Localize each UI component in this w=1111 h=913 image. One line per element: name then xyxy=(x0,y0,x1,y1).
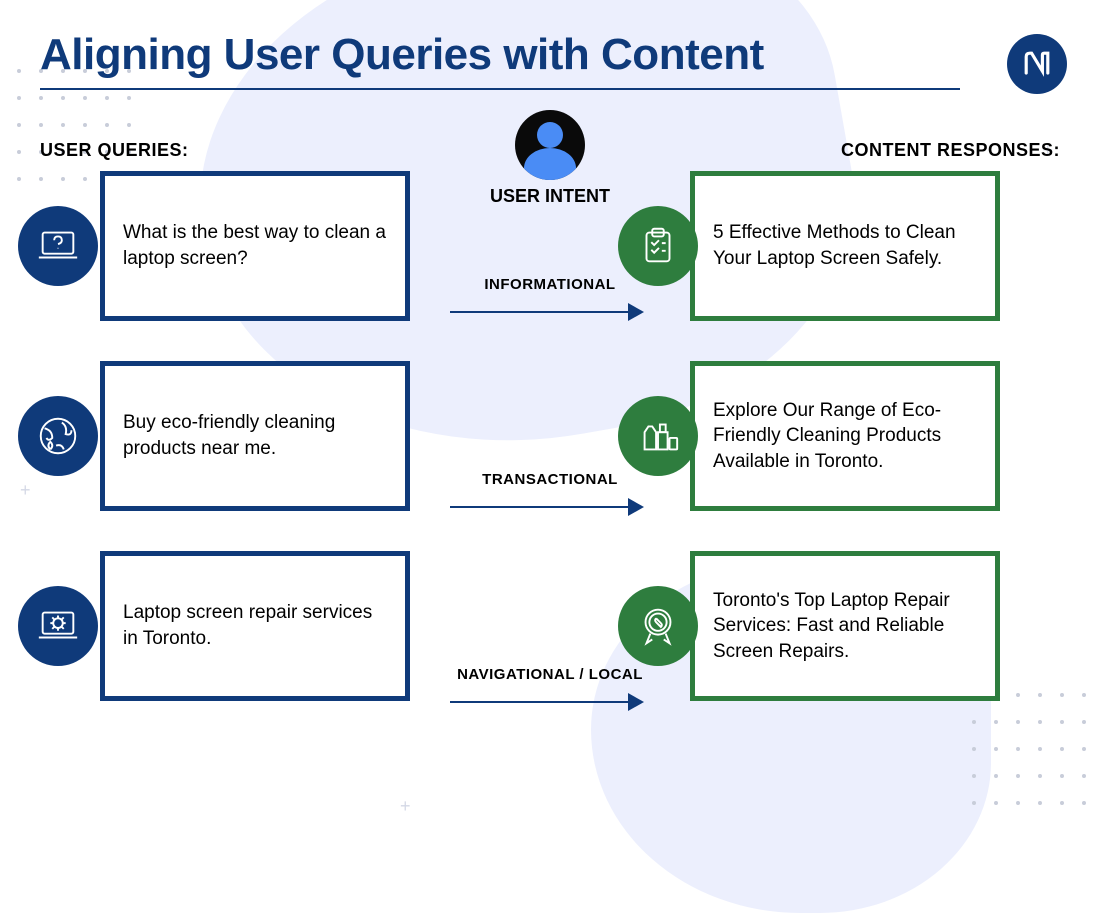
query-card: Buy eco-friendly cleaning products near … xyxy=(100,361,410,511)
query-card: What is the best way to clean a laptop s… xyxy=(100,171,410,321)
responses-heading: CONTENT RESPONSES: xyxy=(660,140,1060,161)
response-text: 5 Effective Methods to Clean Your Laptop… xyxy=(713,220,977,271)
user-intent-heading: USER INTENT xyxy=(440,186,660,207)
query-card: Laptop screen repair services in Toronto… xyxy=(100,551,410,701)
response-text: Toronto's Top Laptop Repair Services: Fa… xyxy=(713,588,977,665)
response-card: Explore Our Range of Eco-Friendly Cleani… xyxy=(690,361,1000,511)
globe-eco-icon xyxy=(18,396,98,476)
query-text: What is the best way to clean a laptop s… xyxy=(123,220,387,271)
arrow-icon xyxy=(450,688,650,716)
response-text: Explore Our Range of Eco-Friendly Cleani… xyxy=(713,398,977,475)
arrow-icon xyxy=(450,298,650,326)
laptop-question-icon xyxy=(18,206,98,286)
products-icon xyxy=(618,396,698,476)
intent-label: INFORMATIONAL xyxy=(484,276,615,293)
laptop-gear-icon xyxy=(18,586,98,666)
arrow-icon xyxy=(450,493,650,521)
queries-heading: USER QUERIES: xyxy=(40,140,440,161)
response-card: Toronto's Top Laptop Repair Services: Fa… xyxy=(690,551,1000,701)
response-card: 5 Effective Methods to Clean Your Laptop… xyxy=(690,171,1000,321)
checklist-icon xyxy=(618,206,698,286)
query-text: Buy eco-friendly cleaning products near … xyxy=(123,410,387,461)
badge-wrench-icon xyxy=(618,586,698,666)
intent-label: TRANSACTIONAL xyxy=(482,471,618,488)
page-title: Aligning User Queries with Content xyxy=(40,30,960,90)
intent-label: NAVIGATIONAL / LOCAL xyxy=(457,666,643,683)
user-avatar-icon xyxy=(515,110,585,180)
brand-logo-icon xyxy=(1007,34,1067,94)
query-text: Laptop screen repair services in Toronto… xyxy=(123,600,387,651)
